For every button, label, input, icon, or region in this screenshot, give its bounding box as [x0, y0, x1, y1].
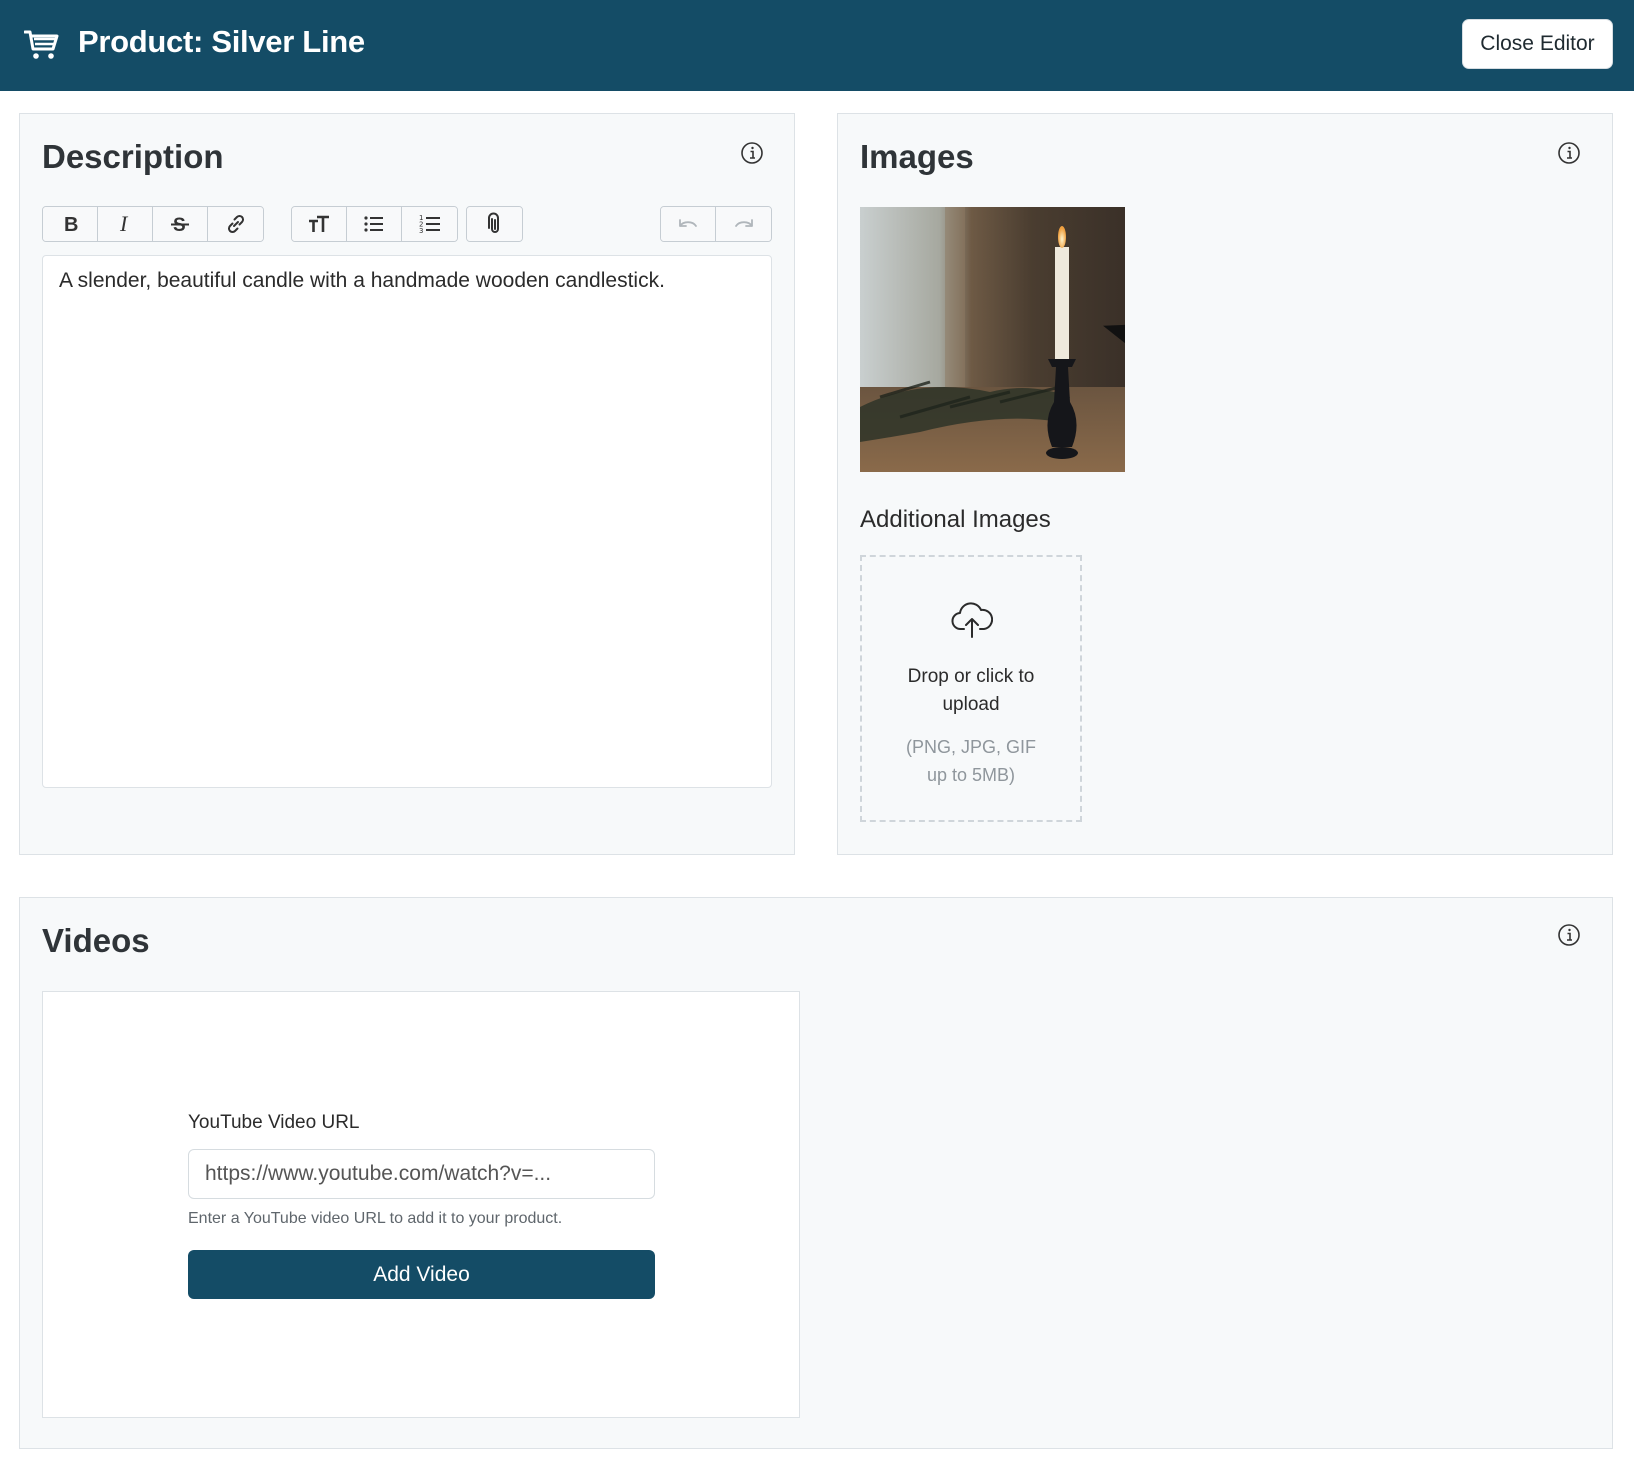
- info-icon[interactable]: [1557, 923, 1581, 947]
- images-title: Images: [860, 138, 974, 175]
- numbered-list-button[interactable]: 123: [402, 207, 457, 241]
- attach-toolbar-group: [466, 206, 523, 242]
- featured-star-icon[interactable]: [1092, 223, 1125, 472]
- block-toolbar-group: 123: [291, 206, 458, 242]
- main-product-image[interactable]: [860, 207, 1125, 472]
- bold-icon: B: [64, 214, 78, 236]
- videos-title: Videos: [42, 922, 150, 959]
- svg-text:I: I: [119, 212, 129, 236]
- format-toolbar-group: B I S: [42, 206, 264, 242]
- close-editor-button[interactable]: Close Editor: [1462, 19, 1613, 69]
- redo-button[interactable]: [716, 207, 771, 241]
- info-icon[interactable]: [740, 141, 764, 165]
- description-title: Description: [42, 138, 224, 175]
- svg-text:3: 3: [419, 227, 423, 235]
- undo-button[interactable]: [661, 207, 716, 241]
- heading-icon: [309, 215, 329, 232]
- cart-icon: [24, 30, 59, 59]
- history-toolbar-group: [660, 206, 772, 242]
- bullet-list-button[interactable]: [347, 207, 402, 241]
- upload-instructions: Drop or click to upload: [907, 666, 1035, 715]
- attachment-icon: [487, 212, 499, 233]
- svg-text:B: B: [64, 214, 78, 236]
- description-panel: Description B I S 123: [19, 113, 795, 855]
- video-form-card: YouTube Video URL Enter a YouTube video …: [42, 991, 800, 1418]
- youtube-url-help: Enter a YouTube video URL to add it to y…: [188, 1210, 563, 1227]
- candle-photo: [860, 207, 1125, 472]
- bold-button[interactable]: B: [43, 207, 98, 241]
- cloud-upload-icon: [951, 602, 993, 638]
- youtube-url-label: YouTube Video URL: [188, 1112, 360, 1133]
- image-upload-dropzone[interactable]: Drop or click to upload (PNG, JPG, GIF u…: [860, 555, 1082, 822]
- images-panel: Images Additional Images Drop or click t…: [837, 113, 1613, 855]
- strikethrough-button[interactable]: S: [153, 207, 208, 241]
- youtube-url-input[interactable]: [188, 1149, 655, 1199]
- additional-images-title: Additional Images: [860, 506, 1051, 533]
- page-title: Product: Silver Line: [78, 24, 365, 59]
- bullet-list-icon: [364, 216, 383, 232]
- upload-file-types: (PNG, JPG, GIF up to 5MB): [905, 737, 1036, 785]
- info-icon[interactable]: [1557, 141, 1581, 165]
- add-video-button[interactable]: Add Video: [188, 1250, 655, 1299]
- top-bar: Product: Silver Line Close Editor: [0, 0, 1634, 91]
- attachment-button[interactable]: [467, 207, 522, 241]
- numbered-list-icon: 123: [419, 214, 440, 235]
- italic-button[interactable]: I: [98, 207, 153, 241]
- redo-icon: [734, 219, 753, 227]
- undo-icon: [679, 219, 697, 227]
- videos-panel: Videos YouTube Video URL Enter a YouTube…: [19, 897, 1613, 1449]
- heading-button[interactable]: [292, 207, 347, 241]
- italic-icon: I: [119, 212, 129, 236]
- description-editor[interactable]: A slender, beautiful candle with a handm…: [42, 255, 772, 788]
- strikethrough-icon: S: [171, 215, 189, 236]
- link-button[interactable]: [208, 207, 263, 241]
- link-icon: [227, 214, 244, 234]
